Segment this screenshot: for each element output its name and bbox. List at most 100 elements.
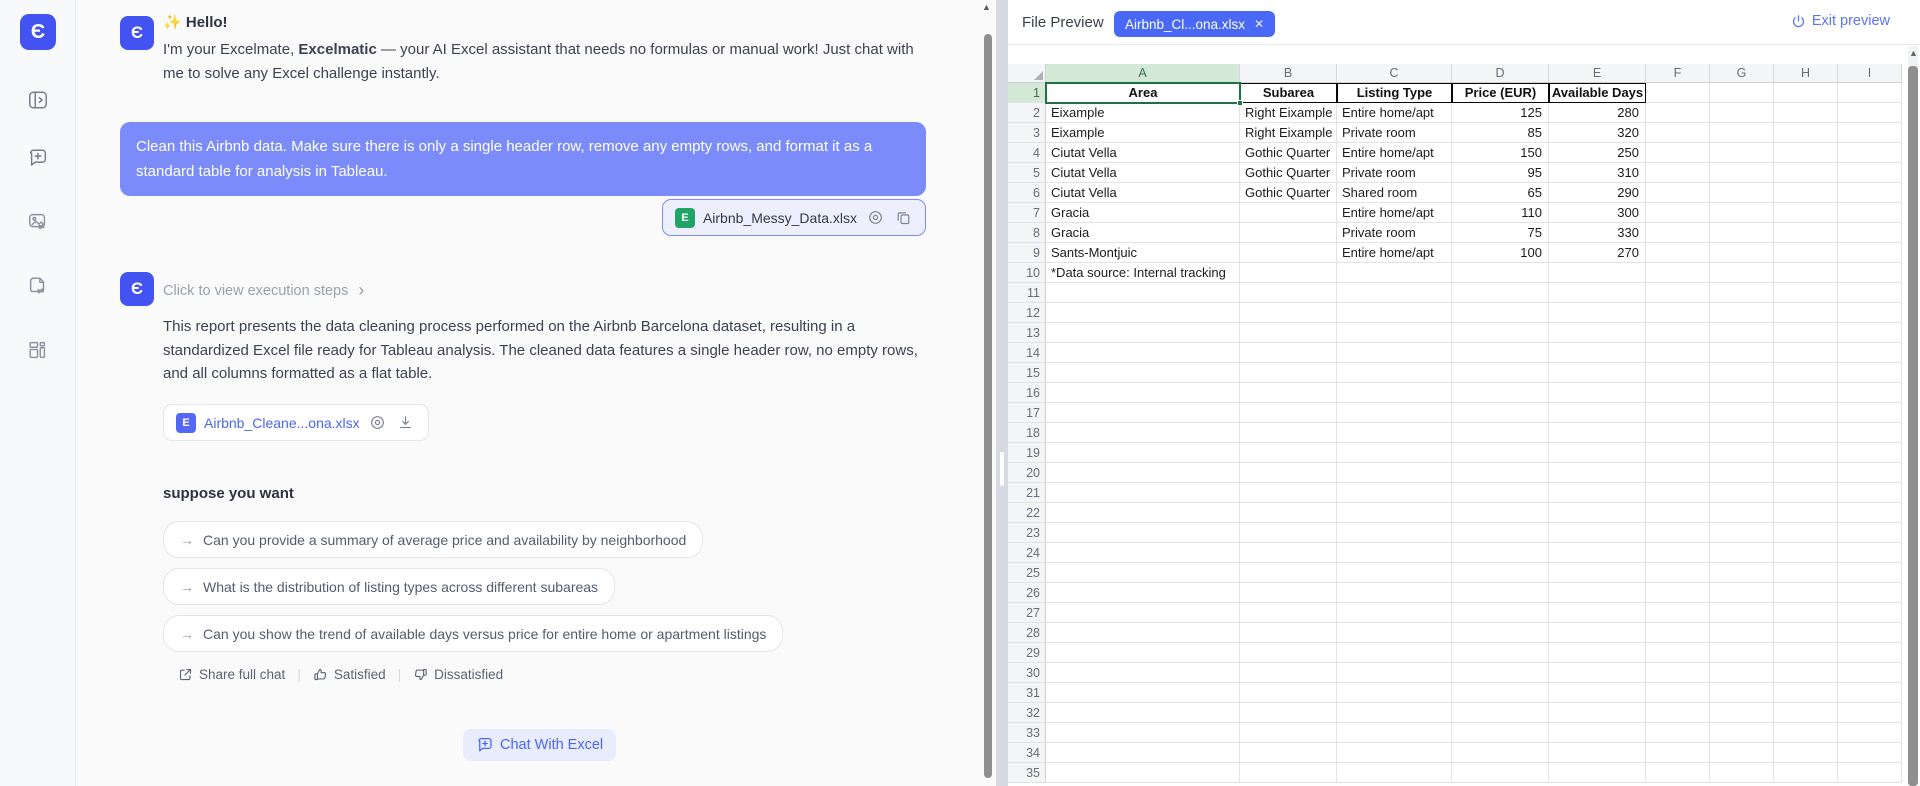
sheet-cell-F2[interactable] — [1646, 103, 1710, 123]
sheet-cell-C34[interactable] — [1337, 743, 1452, 763]
sheet-cell-D27[interactable] — [1452, 603, 1549, 623]
sheet-cell-F6[interactable] — [1646, 183, 1710, 203]
sheet-cell-A11[interactable] — [1046, 283, 1240, 303]
sheet-cell-E18[interactable] — [1549, 423, 1646, 443]
sheet-cell-D20[interactable] — [1452, 463, 1549, 483]
sheet-cell-H6[interactable] — [1774, 183, 1838, 203]
sheet-cell-A14[interactable] — [1046, 343, 1240, 363]
sheet-cell-D9[interactable]: 100 — [1452, 243, 1549, 263]
excelmatic-logo[interactable]: Є — [20, 14, 56, 50]
sheet-cell-D16[interactable] — [1452, 383, 1549, 403]
row-header-10[interactable]: 10 — [1008, 263, 1046, 283]
sheet-cell-G27[interactable] — [1710, 603, 1774, 623]
sheet-cell-H33[interactable] — [1774, 723, 1838, 743]
sheet-cell-C24[interactable] — [1337, 543, 1452, 563]
sheet-cell-B13[interactable] — [1240, 323, 1337, 343]
preview-eye-icon[interactable] — [865, 208, 885, 228]
sheet-cell-G18[interactable] — [1710, 423, 1774, 443]
suggestion-chip[interactable]: → Can you show the trend of available da… — [163, 615, 783, 652]
sheet-cell-H11[interactable] — [1774, 283, 1838, 303]
sheet-cell-E3[interactable]: 320 — [1549, 123, 1646, 143]
sheet-cell-G29[interactable] — [1710, 643, 1774, 663]
sheet-cell-H20[interactable] — [1774, 463, 1838, 483]
sheet-cell-I33[interactable] — [1838, 723, 1902, 743]
sheet-cell-I34[interactable] — [1838, 743, 1902, 763]
sheet-cell-I1[interactable] — [1838, 83, 1902, 103]
sheet-cell-D29[interactable] — [1452, 643, 1549, 663]
sheet-cell-F17[interactable] — [1646, 403, 1710, 423]
row-header-17[interactable]: 17 — [1008, 403, 1046, 423]
row-header-14[interactable]: 14 — [1008, 343, 1046, 363]
sheet-cell-G8[interactable] — [1710, 223, 1774, 243]
sheet-cell-I29[interactable] — [1838, 643, 1902, 663]
sheet-cell-I13[interactable] — [1838, 323, 1902, 343]
sheet-cell-C15[interactable] — [1337, 363, 1452, 383]
sheet-cell-C22[interactable] — [1337, 503, 1452, 523]
sheet-cell-C19[interactable] — [1337, 443, 1452, 463]
row-header-19[interactable]: 19 — [1008, 443, 1046, 463]
sheet-cell-E4[interactable]: 250 — [1549, 143, 1646, 163]
sheet-cell-G17[interactable] — [1710, 403, 1774, 423]
column-header-G[interactable]: G — [1710, 64, 1774, 83]
sheet-cell-E33[interactable] — [1549, 723, 1646, 743]
sheet-cell-G22[interactable] — [1710, 503, 1774, 523]
sheet-cell-B4[interactable]: Gothic Quarter — [1240, 143, 1337, 163]
sheet-cell-H14[interactable] — [1774, 343, 1838, 363]
sheet-cell-H10[interactable] — [1774, 263, 1838, 283]
row-header-27[interactable]: 27 — [1008, 603, 1046, 623]
sheet-cell-I6[interactable] — [1838, 183, 1902, 203]
sheet-cell-C3[interactable]: Private room — [1337, 123, 1452, 143]
sheet-cell-F29[interactable] — [1646, 643, 1710, 663]
sheet-cell-B15[interactable] — [1240, 363, 1337, 383]
sheet-cell-C10[interactable] — [1337, 263, 1452, 283]
sheet-cell-E19[interactable] — [1549, 443, 1646, 463]
sheet-cell-H27[interactable] — [1774, 603, 1838, 623]
row-header-23[interactable]: 23 — [1008, 523, 1046, 543]
sheet-cell-F7[interactable] — [1646, 203, 1710, 223]
sheet-cell-A28[interactable] — [1046, 623, 1240, 643]
suggestion-chip[interactable]: → Can you provide a summary of average p… — [163, 521, 703, 558]
sheet-cell-A8[interactable]: Gracia — [1046, 223, 1240, 243]
sheet-cell-E35[interactable] — [1549, 763, 1646, 783]
sheet-cell-H24[interactable] — [1774, 543, 1838, 563]
sheet-cell-B27[interactable] — [1240, 603, 1337, 623]
sheet-cell-F20[interactable] — [1646, 463, 1710, 483]
sheet-cell-A23[interactable] — [1046, 523, 1240, 543]
sheet-cell-I9[interactable] — [1838, 243, 1902, 263]
fill-handle[interactable] — [1237, 100, 1243, 106]
new-chat-icon[interactable] — [26, 146, 50, 170]
sheet-cell-F28[interactable] — [1646, 623, 1710, 643]
row-header-8[interactable]: 8 — [1008, 223, 1046, 243]
column-header-E[interactable]: E — [1549, 64, 1646, 83]
sheet-cell-B23[interactable] — [1240, 523, 1337, 543]
sheet-cell-E34[interactable] — [1549, 743, 1646, 763]
sheet-cell-I4[interactable] — [1838, 143, 1902, 163]
sheet-cell-B11[interactable] — [1240, 283, 1337, 303]
sheet-cell-H23[interactable] — [1774, 523, 1838, 543]
row-header-25[interactable]: 25 — [1008, 563, 1046, 583]
sheet-cell-G21[interactable] — [1710, 483, 1774, 503]
sheet-cell-E17[interactable] — [1549, 403, 1646, 423]
sheet-cell-G31[interactable] — [1710, 683, 1774, 703]
sheet-cell-F10[interactable] — [1646, 263, 1710, 283]
sheet-cell-E11[interactable] — [1549, 283, 1646, 303]
sheet-cell-F8[interactable] — [1646, 223, 1710, 243]
sheet-cell-C29[interactable] — [1337, 643, 1452, 663]
sheet-cell-G34[interactable] — [1710, 743, 1774, 763]
chat-scrollbar[interactable] — [984, 34, 992, 778]
sheet-cell-B10[interactable] — [1240, 263, 1337, 283]
row-header-20[interactable]: 20 — [1008, 463, 1046, 483]
sheet-cell-A33[interactable] — [1046, 723, 1240, 743]
dissatisfied-button[interactable]: Dissatisfied — [413, 667, 503, 682]
sheet-cell-C16[interactable] — [1337, 383, 1452, 403]
sheet-cell-F12[interactable] — [1646, 303, 1710, 323]
result-file-chip[interactable]: E Airbnb_Cleane...ona.xlsx — [163, 404, 429, 441]
sheet-cell-H16[interactable] — [1774, 383, 1838, 403]
sheet-cell-F14[interactable] — [1646, 343, 1710, 363]
row-header-15[interactable]: 15 — [1008, 363, 1046, 383]
download-icon[interactable] — [396, 413, 416, 433]
sheet-cell-I2[interactable] — [1838, 103, 1902, 123]
sheet-cell-F1[interactable] — [1646, 83, 1710, 103]
sheet-cell-H12[interactable] — [1774, 303, 1838, 323]
divider-grip[interactable] — [1000, 452, 1004, 486]
